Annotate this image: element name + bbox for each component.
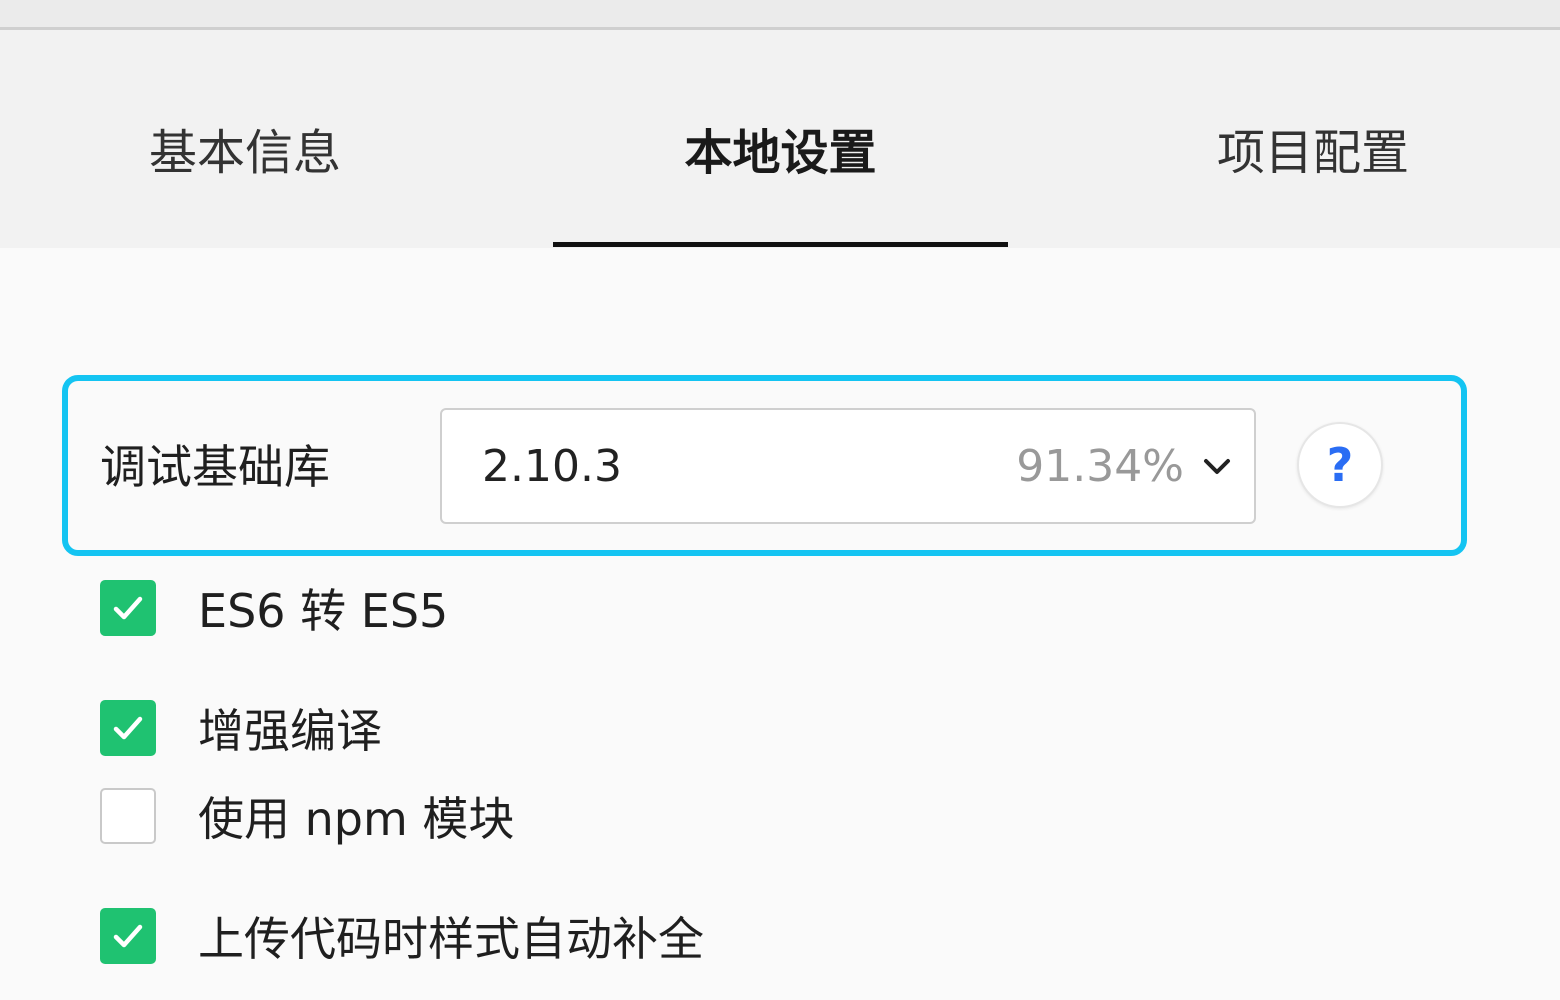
help-button[interactable]: ?	[1297, 422, 1383, 508]
question-icon: ?	[1326, 438, 1354, 492]
chevron-down-icon	[1204, 459, 1230, 474]
checkmark-icon	[113, 596, 143, 620]
debug-lib-version-select[interactable]: 2.10.3 91.34%	[440, 408, 1256, 524]
option-label: ES6 转 ES5	[198, 584, 449, 638]
window-top-bar	[0, 0, 1560, 30]
option-use-npm-modules[interactable]: 使用 npm 模块	[100, 786, 514, 846]
option-es6-to-es5[interactable]: ES6 转 ES5	[100, 578, 448, 638]
option-label: 上传代码时样式自动补全	[198, 912, 704, 966]
active-tab-indicator	[553, 242, 1008, 247]
checkbox-unchecked-icon[interactable]	[100, 788, 156, 844]
selected-version: 2.10.3	[482, 440, 622, 492]
checkmark-icon	[113, 924, 143, 948]
version-coverage: 91.34%	[1016, 440, 1184, 492]
tab-project-config[interactable]: 项目配置	[1068, 118, 1558, 181]
checkmark-icon	[113, 716, 143, 740]
tab-local-settings[interactable]: 本地设置	[553, 118, 1008, 181]
checkbox-checked-icon[interactable]	[100, 580, 156, 636]
option-enhanced-compile[interactable]: 增强编译	[100, 698, 382, 758]
checkbox-checked-icon[interactable]	[100, 700, 156, 756]
option-style-autoprefix-on-upload[interactable]: 上传代码时样式自动补全	[100, 906, 704, 966]
debug-lib-label: 调试基础库	[100, 440, 330, 494]
tab-basic-info[interactable]: 基本信息	[0, 118, 490, 181]
option-label: 增强编译	[198, 704, 382, 758]
option-label: 使用 npm 模块	[198, 792, 515, 846]
checkbox-checked-icon[interactable]	[100, 908, 156, 964]
settings-tab-bar: 基本信息 本地设置 项目配置	[0, 30, 1560, 248]
